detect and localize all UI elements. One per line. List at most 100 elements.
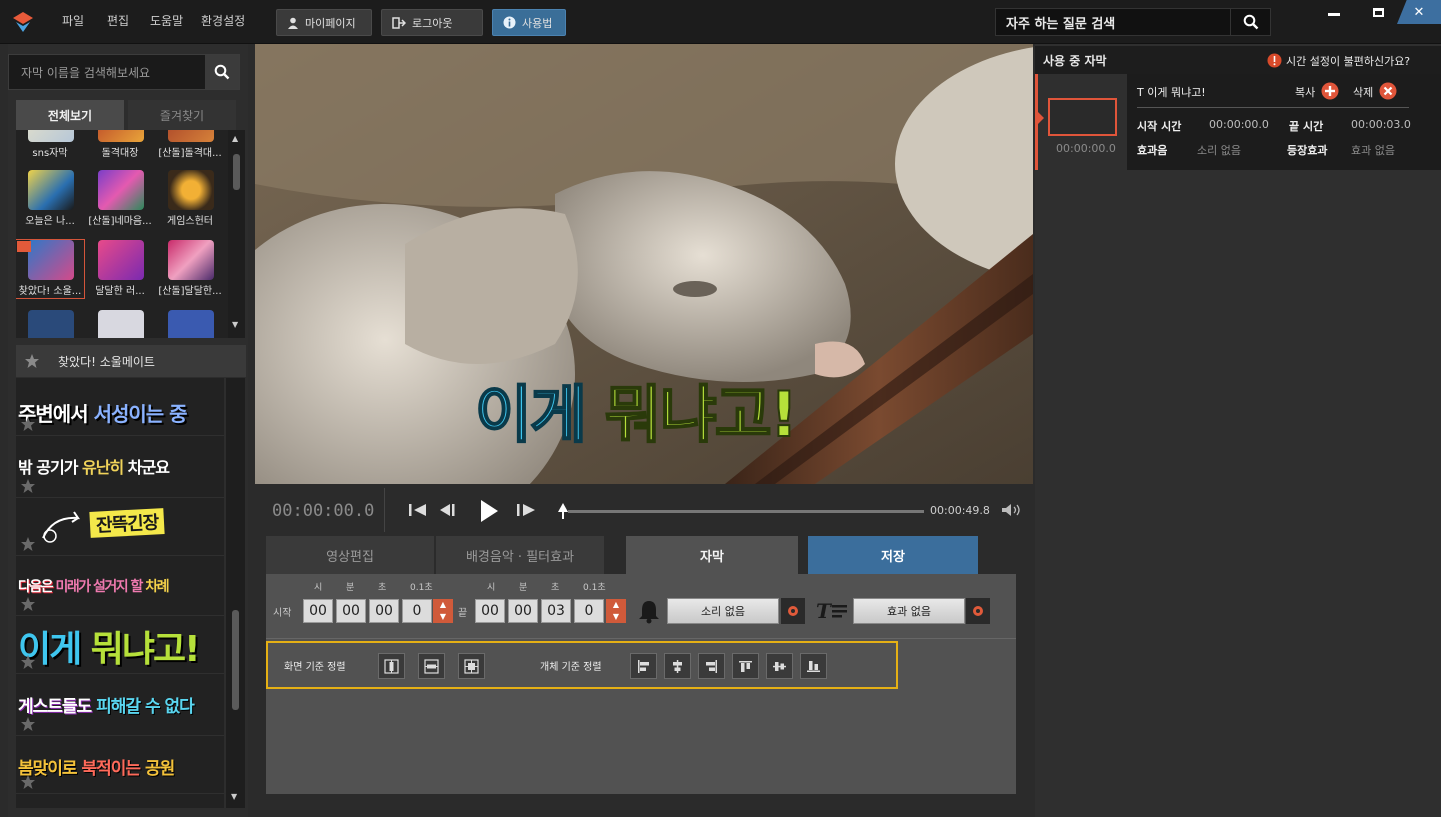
end-hour-input[interactable]: 00 xyxy=(475,599,505,623)
volume-icon[interactable] xyxy=(1001,503,1023,517)
start-hour-input[interactable]: 00 xyxy=(303,599,333,623)
spin-down-icon[interactable]: ▼ xyxy=(613,613,619,621)
tab-bgm-filter[interactable]: 배경음악 · 필터효과 xyxy=(436,536,604,574)
step-back-icon[interactable] xyxy=(438,502,458,518)
template-item[interactable]: 돌격대장 xyxy=(86,130,154,160)
menu-settings[interactable]: 환경설정 xyxy=(201,12,245,29)
end-spinner[interactable]: ▲ ▼ xyxy=(606,599,626,623)
screen-align-horizontal-center-button[interactable] xyxy=(378,653,405,679)
effect-settings-button[interactable] xyxy=(966,598,990,624)
template-grid-scrollbar[interactable]: ▲ ▼ xyxy=(228,130,245,338)
faq-search-button[interactable] xyxy=(1230,9,1270,35)
seek-handle[interactable] xyxy=(557,502,569,520)
tab-all[interactable]: 전체보기 xyxy=(16,100,124,130)
style-item[interactable]: 잔뜩긴장 xyxy=(16,498,224,556)
align-v-middle-button[interactable] xyxy=(766,653,793,679)
menu-edit[interactable]: 편집 xyxy=(107,12,129,29)
subtitle-track-item[interactable]: 00:00:00.0 T 이게 뭐냐고! 복사 삭제 시작 시간 00:00:0… xyxy=(1035,74,1441,170)
spin-down-icon[interactable]: ▼ xyxy=(440,613,446,621)
style-item[interactable]: 밖 공기가 유난히 차군요 xyxy=(16,440,224,498)
sound-select[interactable]: 소리 없음 xyxy=(667,598,779,624)
star-icon[interactable] xyxy=(20,654,36,670)
template-item[interactable]: [산돌]네마음... xyxy=(86,170,154,228)
mypage-button[interactable]: 마이페이지 xyxy=(276,9,372,36)
scroll-up-icon[interactable]: ▲ xyxy=(232,134,238,143)
logout-button[interactable]: 로그아웃 xyxy=(381,9,483,36)
align-left-button[interactable] xyxy=(630,653,657,679)
close-button[interactable]: ✕ xyxy=(1397,0,1441,24)
template-item-selected[interactable]: 찾았다! 소울... xyxy=(16,239,85,299)
align-bottom-button[interactable] xyxy=(800,653,827,679)
library-search-button[interactable] xyxy=(205,55,239,89)
style-item[interactable]: 주변에서 서성이는 중 xyxy=(16,378,224,436)
style-item[interactable]: 다음은 미래가 설거지 할 차례 xyxy=(16,558,224,616)
template-item[interactable] xyxy=(16,310,84,338)
align-right-button[interactable] xyxy=(698,653,725,679)
screen-align-center-button[interactable] xyxy=(458,653,485,679)
appear-effect-value[interactable]: 효과 없음 xyxy=(1351,142,1395,158)
start-time-value[interactable]: 00:00:00.0 xyxy=(1209,118,1269,131)
menu-help[interactable]: 도움말 xyxy=(150,12,183,29)
menu-file[interactable]: 파일 xyxy=(62,12,84,29)
time-help-link[interactable]: 시간 설정이 불편하신가요? xyxy=(1286,53,1410,69)
start-second-input[interactable]: 00 xyxy=(369,599,399,623)
faq-search-bar[interactable]: 자주 하는 질문 검색 xyxy=(995,8,1271,36)
minimize-button[interactable] xyxy=(1312,0,1356,24)
library-search-input[interactable]: 자막 이름을 검색해보세요 xyxy=(9,64,205,81)
star-icon[interactable] xyxy=(20,774,36,790)
video-preview[interactable]: 이게 뭐냐고! xyxy=(255,44,1033,484)
howto-button[interactable]: 사용법 xyxy=(492,9,566,36)
style-item[interactable]: 게스트들도 피해갈 수 없다 xyxy=(16,678,224,736)
seek-bar[interactable] xyxy=(568,510,924,513)
scroll-down-icon[interactable]: ▼ xyxy=(231,792,237,801)
end-time-value[interactable]: 00:00:03.0 xyxy=(1351,118,1411,131)
end-second-input[interactable]: 03 xyxy=(541,599,571,623)
start-minute-input[interactable]: 00 xyxy=(336,599,366,623)
step-forward-icon[interactable] xyxy=(515,502,537,518)
tab-video-edit[interactable]: 영상편집 xyxy=(266,536,434,574)
template-item[interactable]: 오늘은 나... xyxy=(16,170,84,228)
template-item[interactable] xyxy=(156,310,224,338)
star-icon[interactable] xyxy=(20,416,36,432)
skip-to-start-icon[interactable] xyxy=(408,502,428,518)
sound-settings-button[interactable] xyxy=(781,598,805,624)
style-list-scrollbar[interactable]: ▼ xyxy=(226,378,245,808)
scroll-thumb[interactable] xyxy=(233,154,240,190)
copy-plus-icon[interactable] xyxy=(1321,82,1339,100)
align-h-middle-button[interactable] xyxy=(664,653,691,679)
save-button[interactable]: 저장 xyxy=(808,536,978,574)
library-search-bar[interactable]: 자막 이름을 검색해보세요 xyxy=(8,54,240,90)
spin-up-icon[interactable]: ▲ xyxy=(440,601,446,609)
style-item[interactable]: 봄맞이로 북적이는 공원 xyxy=(16,736,224,794)
end-minute-input[interactable]: 00 xyxy=(508,599,538,623)
effect-select[interactable]: 효과 없음 xyxy=(853,598,965,624)
tab-favorites[interactable]: 즐겨찾기 xyxy=(128,100,236,130)
start-spinner[interactable]: ▲ ▼ xyxy=(433,599,453,623)
style-item[interactable]: 이게 뭐냐고! xyxy=(16,616,224,674)
start-tenth-input[interactable]: 0 xyxy=(402,599,432,623)
star-icon[interactable] xyxy=(20,716,36,732)
star-icon[interactable] xyxy=(20,596,36,612)
template-item[interactable]: sns자막 xyxy=(16,130,84,160)
template-item[interactable]: 게임스헌터 xyxy=(156,170,224,228)
scroll-thumb[interactable] xyxy=(232,610,239,710)
video-caption-overlay[interactable]: 이게 뭐냐고! xyxy=(474,364,799,454)
screen-align-vertical-center-button[interactable] xyxy=(418,653,445,679)
star-icon[interactable] xyxy=(20,536,36,552)
tab-subtitle[interactable]: 자막 xyxy=(626,536,798,574)
template-item[interactable]: [산돌]돌격대... xyxy=(156,130,224,160)
sfx-value[interactable]: 소리 없음 xyxy=(1197,142,1241,158)
star-icon[interactable] xyxy=(24,353,40,369)
template-item[interactable]: 달달한 러... xyxy=(86,240,154,298)
align-top-button[interactable] xyxy=(732,653,759,679)
delete-x-icon[interactable] xyxy=(1379,82,1397,100)
scroll-down-icon[interactable]: ▼ xyxy=(232,320,238,329)
maximize-button[interactable] xyxy=(1356,0,1400,24)
template-thumbnail xyxy=(28,170,74,210)
play-icon[interactable] xyxy=(478,498,500,524)
template-item[interactable] xyxy=(86,310,154,338)
end-tenth-input[interactable]: 0 xyxy=(574,599,604,623)
spin-up-icon[interactable]: ▲ xyxy=(613,601,619,609)
template-item[interactable]: [산돌]달달한... xyxy=(156,240,224,298)
star-icon[interactable] xyxy=(20,478,36,494)
